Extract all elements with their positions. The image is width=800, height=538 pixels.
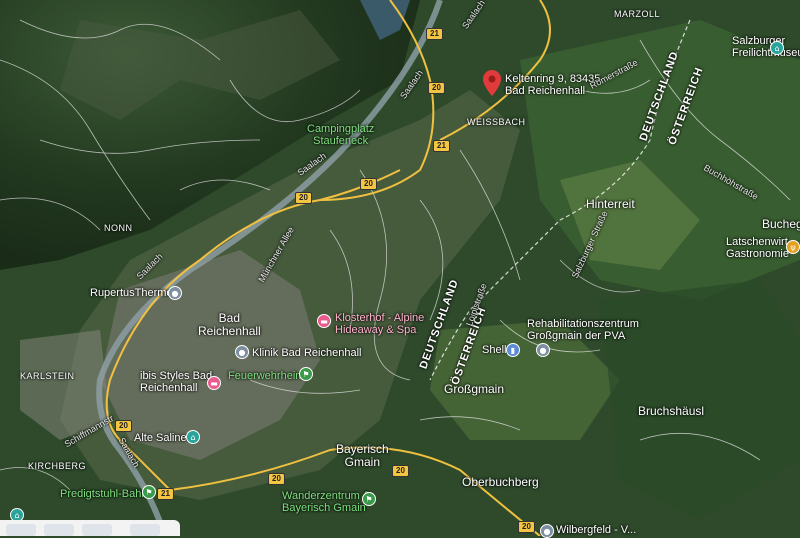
salzburger-freilichtmuseum-label[interactable]: Salzburger Freilichtmuseum <box>732 35 800 59</box>
bottom-right-label[interactable]: Wilbergfeld - V... <box>556 524 636 536</box>
address-label: Keltenring 9, 83435 Bad Reichenhall <box>505 73 601 98</box>
route-shield: 21 <box>157 488 174 500</box>
route-shield: 20 <box>360 178 377 190</box>
satellite-map[interactable] <box>0 0 800 536</box>
route-shield: 20 <box>268 473 285 485</box>
wanderzentrum-label[interactable]: Wanderzentrum & Bayerisch Gmain <box>282 490 370 514</box>
bad-reichenhall-label: Bad Reichenhall <box>198 311 261 339</box>
kirchberg-label: KIRCHBERG <box>28 461 87 471</box>
shell-label[interactable]: Shell <box>482 344 506 356</box>
restaurant-icon[interactable]: ψ <box>786 240 800 254</box>
klosterhof-label[interactable]: Klosterhof - Alpine Hideaway & Spa <box>335 312 424 336</box>
layer-button-2[interactable] <box>44 524 74 536</box>
marzoll-label: MARZOLL <box>614 9 661 19</box>
location-pin-icon[interactable] <box>483 70 501 96</box>
gas-station-icon[interactable]: ▮ <box>506 343 520 357</box>
layer-button-1[interactable] <box>6 524 36 536</box>
buchegg-label: Buchegg <box>762 217 800 231</box>
route-shield: 21 <box>426 28 443 40</box>
museum-alte-saline-icon[interactable]: ⌂ <box>186 430 200 444</box>
hiking-icon[interactable]: ⚑ <box>299 367 313 381</box>
route-shield: 20 <box>518 521 535 533</box>
clinic-icon[interactable]: ● <box>235 345 249 359</box>
nonn-label: NONN <box>104 223 133 233</box>
predigtstuhl-bahn-label[interactable]: Predigtstuhl-Bahn <box>60 488 147 500</box>
bayerisch-gmain-label: Bayerisch Gmain <box>336 442 389 470</box>
rupertustherme-label[interactable]: RupertusTherme <box>90 287 173 299</box>
bruchshausl-label: Bruchshäusl <box>638 404 705 418</box>
ibis-styles-label[interactable]: ibis Styles Bad Reichenhall <box>140 370 212 394</box>
map-layer-toolbar <box>0 520 180 536</box>
grossgmain-label: Großgmain <box>444 382 505 396</box>
latschenwirt-label[interactable]: Latschenwirt Gastronomie <box>726 236 789 260</box>
spa-icon[interactable]: ● <box>168 286 182 300</box>
alte-saline-label[interactable]: Alte Saline <box>134 432 187 444</box>
klinik-label[interactable]: Klinik Bad Reichenhall <box>252 347 361 359</box>
wander-hiking-icon[interactable]: ⚑ <box>362 492 376 506</box>
hotel-icon[interactable]: ▬ <box>317 314 331 328</box>
museum-icon[interactable]: ⌂ <box>770 41 784 55</box>
layer-button-4[interactable] <box>130 524 160 536</box>
weissbach-label: WEISSBACH <box>467 117 526 127</box>
layer-button-3[interactable] <box>82 524 112 536</box>
cable-car-icon[interactable]: ⚑ <box>142 485 156 499</box>
route-shield: 20 <box>295 192 312 204</box>
feuerwehrheim-label[interactable]: Feuerwehrheim <box>228 370 304 382</box>
route-shield: 20 <box>115 420 132 432</box>
oberbuchberg-label: Oberbuchberg <box>462 475 539 489</box>
route-shield: 20 <box>392 465 409 477</box>
hinterreit-label: Hinterreit <box>586 197 635 211</box>
karlstein-label: KARLSTEIN <box>20 371 75 381</box>
route-shield: 20 <box>428 82 445 94</box>
route-shield: 21 <box>433 140 450 152</box>
clinic-pin-icon[interactable]: ● <box>536 343 550 357</box>
rehabilitationszentrum-label[interactable]: Rehabilitationszentrum Großgmain der PVA <box>527 318 639 342</box>
ibis-hotel-icon[interactable]: ▬ <box>207 376 221 390</box>
campingplatz-label[interactable]: Campingplatz Staufeneck <box>307 123 374 147</box>
